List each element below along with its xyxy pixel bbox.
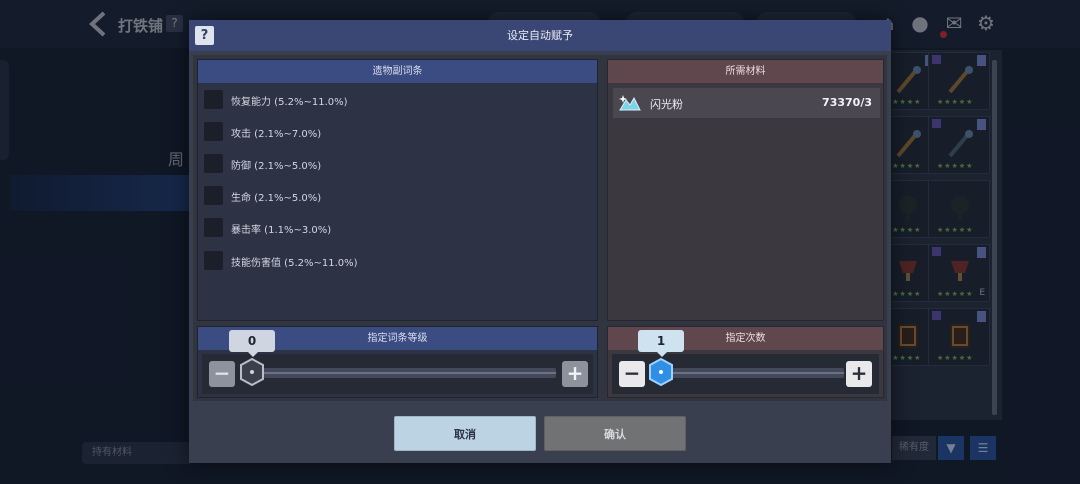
hexagon-knob-icon	[240, 357, 264, 387]
auto-enchant-dialog: 设定自动赋予 ? 遗物副词条 恢复能力 (5.2%~11.0%) 攻击 (2.1…	[189, 20, 891, 463]
level-minus-button[interactable]: −	[209, 361, 235, 387]
count-value-bubble: 1	[638, 330, 684, 357]
substat-label: 生命 (2.1%~5.0%)	[231, 193, 322, 204]
checkbox[interactable]	[204, 154, 223, 173]
checkbox[interactable]	[204, 251, 223, 270]
dialog-help-icon[interactable]: ?	[195, 26, 214, 45]
level-value-bubble: 0	[229, 330, 275, 357]
dialog-title: 设定自动赋予	[507, 29, 573, 42]
required-materials-header: 所需材料	[608, 60, 883, 83]
substat-label: 暴击率 (1.1%~3.0%)	[231, 225, 332, 236]
level-plus-button[interactable]: +	[562, 361, 588, 387]
count-slider-knob[interactable]: 1	[638, 330, 684, 387]
count-minus-button[interactable]: −	[619, 361, 645, 387]
substat-label: 恢复能力 (5.2%~11.0%)	[231, 97, 348, 108]
checkbox[interactable]	[204, 186, 223, 205]
substat-options-header: 遗物副词条	[198, 60, 597, 83]
checkbox[interactable]	[204, 90, 223, 109]
substat-label: 防御 (2.1%~5.0%)	[231, 161, 322, 172]
material-row[interactable]: 闪光粉 73370/3	[613, 88, 880, 118]
substat-level-selector: 指定词条等级 − 0 +	[197, 326, 598, 398]
level-slider-track[interactable]	[244, 368, 556, 378]
substat-label: 技能伤害值 (5.2%~11.0%)	[231, 258, 358, 269]
substat-options-panel: 遗物副词条 恢复能力 (5.2%~11.0%) 攻击 (2.1%~7.0%) 防…	[197, 59, 598, 321]
material-name: 闪光粉	[650, 98, 683, 111]
count-slider-area: − 1 +	[612, 330, 879, 394]
checkbox[interactable]	[204, 122, 223, 141]
required-materials-panel: 所需材料 闪光粉 73370/3	[607, 59, 884, 321]
count-slider-track[interactable]	[652, 368, 844, 378]
count-plus-button[interactable]: +	[846, 361, 872, 387]
hexagon-knob-icon	[649, 357, 673, 387]
cancel-button[interactable]: 取消	[394, 416, 536, 451]
sparkle-powder-icon	[619, 95, 641, 111]
checkbox[interactable]	[204, 218, 223, 237]
level-slider-knob[interactable]: 0	[229, 330, 275, 387]
substat-label: 攻击 (2.1%~7.0%)	[231, 129, 322, 140]
level-slider-area: − 0 +	[202, 330, 593, 394]
material-count: 73370/3	[822, 96, 872, 109]
confirm-button[interactable]: 确认	[544, 416, 686, 451]
count-selector: 指定次数 − 1 +	[607, 326, 884, 398]
